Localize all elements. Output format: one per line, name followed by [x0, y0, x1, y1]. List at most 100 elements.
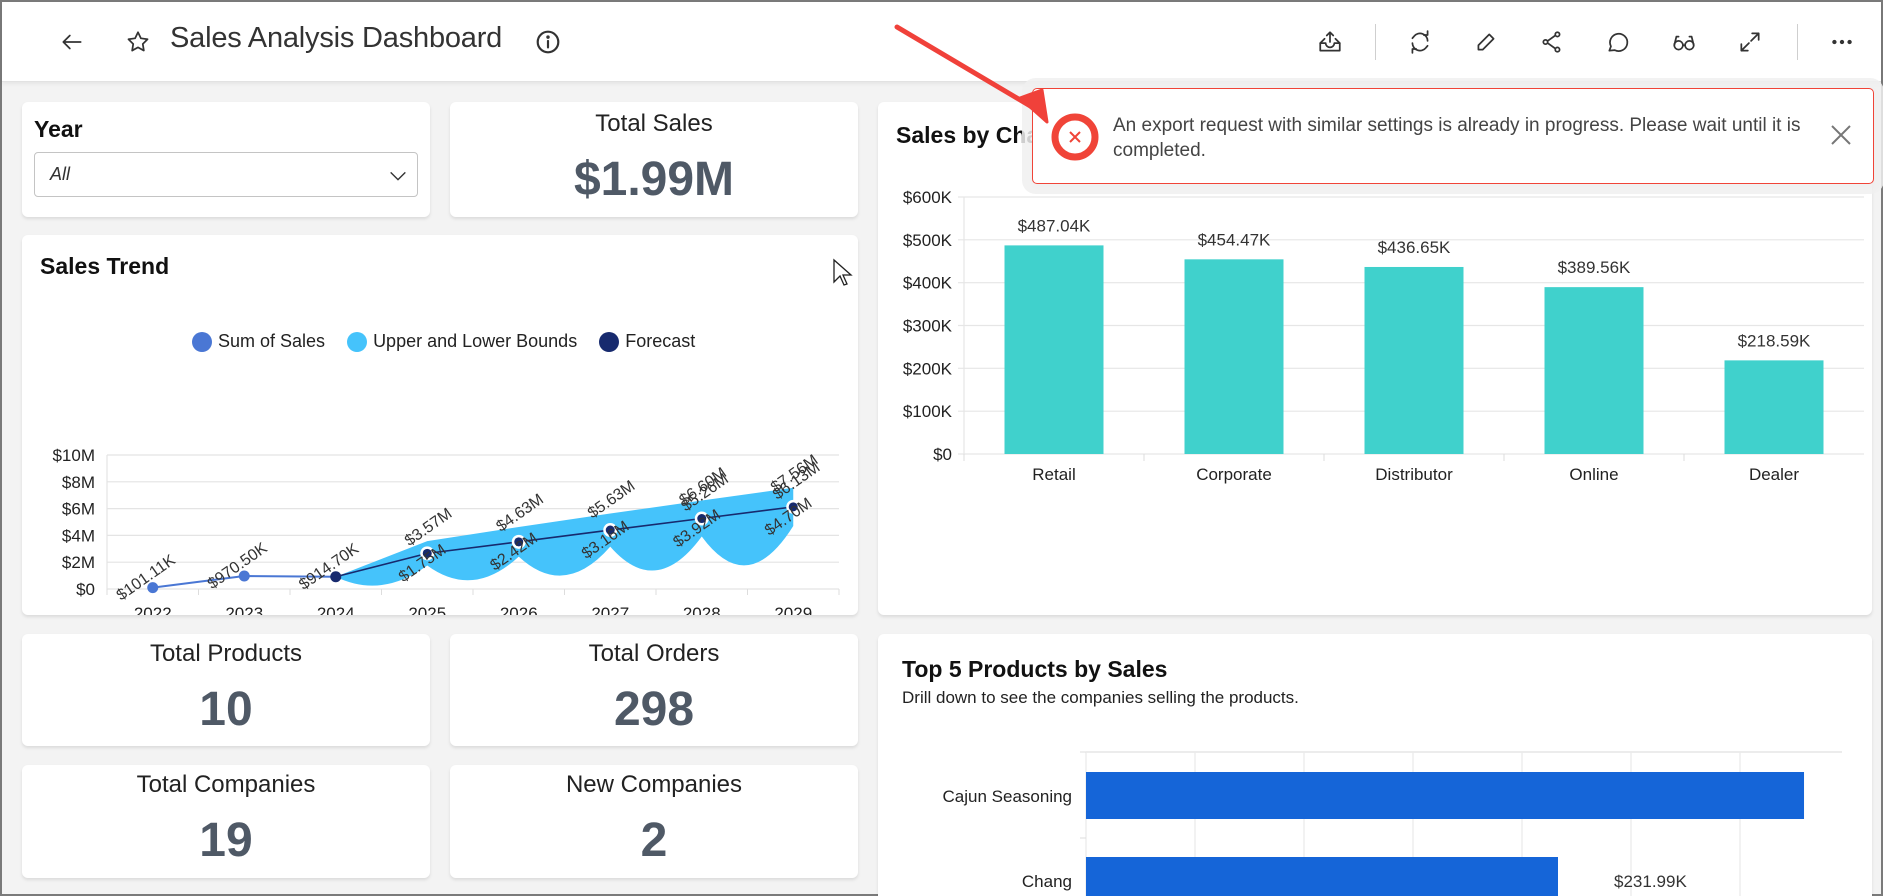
edit-button[interactable] [1468, 24, 1504, 60]
x-tick-label: 2025 [408, 604, 446, 615]
fullscreen-button[interactable] [1732, 24, 1768, 60]
comment-button[interactable] [1600, 24, 1636, 60]
x-tick-label: Online [1569, 465, 1618, 484]
refresh-icon [1411, 30, 1429, 54]
channel-bar [1004, 245, 1104, 454]
x-tick-label: 2027 [591, 604, 629, 615]
bar-value-label: $487.04K [1018, 216, 1091, 235]
kpi-total-companies[interactable]: Total Companies 19 [22, 765, 430, 878]
chevron-down-icon [390, 171, 406, 181]
y-tick-label: $8M [62, 473, 95, 492]
data-label: $970.50K [205, 540, 271, 593]
more-options-button[interactable] [1824, 24, 1860, 60]
y-tick-label: $200K [903, 359, 953, 378]
product-bar [1086, 772, 1805, 819]
top-products-card: Top 5 Products by Sales Drill down to se… [878, 634, 1872, 896]
info-button[interactable] [530, 24, 566, 60]
channel-bar [1184, 259, 1284, 454]
x-tick-label: Retail [1032, 465, 1075, 484]
y-tick-label: $10M [52, 446, 95, 465]
toolbar-divider [1797, 24, 1798, 60]
x-tick-label: 2022 [134, 604, 172, 615]
kpi-title: Total Products [149, 640, 303, 667]
y-tick-label: $600K [903, 188, 953, 207]
x-tick-label: 2028 [683, 604, 721, 615]
close-icon [1831, 125, 1851, 145]
share-button[interactable] [1534, 24, 1570, 60]
top-products-chart[interactable]: Cajun Seasoning Chang $231.99K [878, 634, 1872, 896]
refresh-button[interactable] [1402, 24, 1438, 60]
year-select[interactable]: All [34, 152, 418, 197]
kpi-total-sales[interactable]: Total Sales $1.99M [450, 102, 858, 217]
kpi-title: Total Companies [136, 771, 316, 798]
export-tray-icon [1319, 31, 1341, 52]
kpi-new-companies[interactable]: New Companies 2 [450, 765, 858, 878]
x-tick-label: Distributor [1375, 465, 1453, 484]
bar-value-label: $436.65K [1378, 238, 1451, 257]
star-icon [127, 31, 149, 52]
y-tick-label: Chang [1022, 872, 1072, 891]
export-button[interactable] [1312, 24, 1348, 60]
error-toast: An export request with similar settings … [1032, 88, 1874, 184]
kpi-value: 2 [640, 814, 668, 867]
bar-value-label: $389.56K [1558, 258, 1631, 277]
page-title: Sales Analysis Dashboard [170, 22, 503, 54]
kpi-value: 19 [199, 814, 253, 867]
x-tick-label: 2029 [774, 604, 812, 615]
mouse-cursor-icon [833, 258, 853, 286]
kpi-title: New Companies [565, 771, 743, 798]
favorite-button[interactable] [120, 24, 156, 60]
toast-close-button[interactable] [1827, 121, 1855, 149]
y-tick-label: $400K [903, 274, 953, 293]
x-tick-label: 2023 [225, 604, 263, 615]
channel-bar [1724, 360, 1824, 454]
expand-icon [1740, 32, 1760, 52]
y-tick-label: $6M [62, 500, 95, 519]
product-bar [1086, 857, 1558, 896]
toolbar-divider [1375, 24, 1376, 60]
y-tick-label: $100K [903, 402, 953, 421]
x-tick-label: 2026 [500, 604, 538, 615]
channel-bar [1364, 266, 1464, 454]
bar-value-label: $218.59K [1738, 331, 1811, 350]
year-filter-label: Year [34, 116, 83, 142]
y-tick-label: $0 [933, 445, 952, 464]
glasses-icon [1673, 35, 1695, 51]
y-tick-label: $0 [76, 580, 95, 599]
y-tick-label: Cajun Seasoning [943, 787, 1072, 806]
y-tick-label: $2M [62, 553, 95, 572]
sales-trend-chart[interactable]: $0 $2M $4M $6M $8M $10M 2022 2023 2024 2025 2026 20… [22, 235, 858, 615]
error-icon [1051, 113, 1099, 161]
bar-value-label: $231.99K [1614, 872, 1687, 891]
toast-message: An export request with similar settings … [1113, 115, 1801, 161]
sales-trend-card: Sales Trend Sum of Sales Upper and Lower… [22, 235, 858, 615]
arrow-left-icon [62, 34, 82, 50]
share-icon [1542, 31, 1561, 53]
kpi-title: Total Orders [588, 640, 720, 667]
kpi-total-products[interactable]: Total Products 10 [22, 634, 430, 746]
bar-value-label: $454.47K [1198, 230, 1271, 249]
x-tick-label: 2024 [317, 604, 355, 615]
x-tick-label: Corporate [1196, 465, 1272, 484]
back-button[interactable] [54, 24, 90, 60]
channel-bar [1544, 287, 1644, 454]
info-icon [536, 30, 560, 54]
data-label: $914.70K [296, 540, 362, 593]
year-filter-card: Year All [22, 102, 430, 217]
kpi-value: $1.99M [573, 153, 735, 206]
kpi-value: 298 [613, 683, 695, 736]
y-tick-label: $4M [62, 526, 95, 545]
data-label: $101.11K [114, 552, 179, 605]
kpi-value: 10 [199, 683, 253, 736]
comment-icon [1608, 32, 1629, 52]
y-tick-label: $300K [903, 317, 953, 336]
kpi-title: Total Sales [595, 110, 713, 137]
kpi-total-orders[interactable]: Total Orders 298 [450, 634, 858, 746]
year-select-value: All [50, 164, 71, 184]
y-tick-label: $500K [903, 231, 953, 250]
top-bar: Sales Analysis Dashboard [2, 2, 1881, 82]
more-horizontal-icon [1832, 39, 1852, 45]
x-tick-label: Dealer [1749, 465, 1799, 484]
pencil-icon [1477, 33, 1495, 51]
presentation-mode-button[interactable] [1666, 24, 1702, 60]
